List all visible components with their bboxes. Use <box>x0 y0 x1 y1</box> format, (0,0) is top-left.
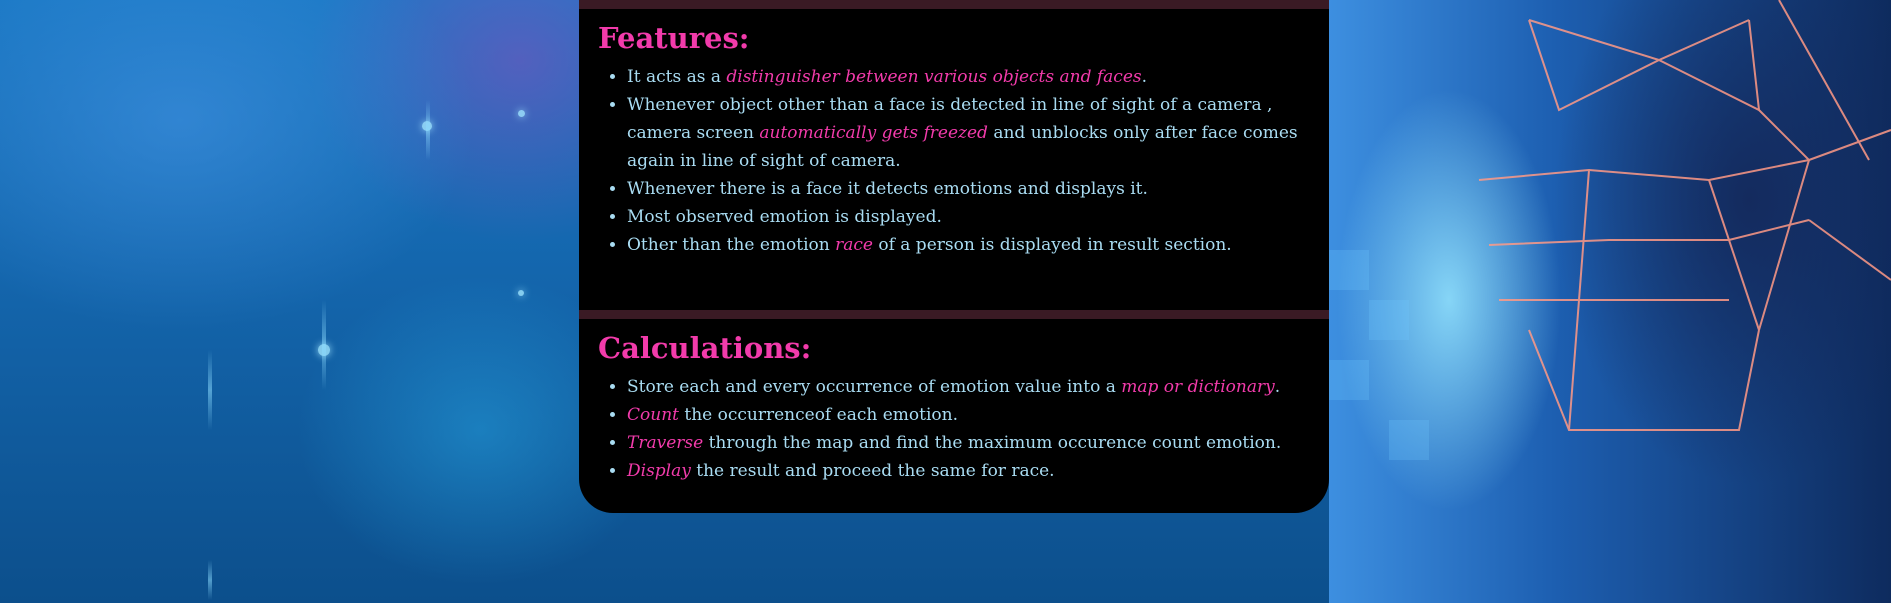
features-heading: Features: <box>598 21 750 55</box>
calculations-heading: Calculations: <box>598 331 812 365</box>
face-wireframe-lines <box>1329 0 1891 460</box>
light-streak <box>208 560 212 600</box>
calculations-list: Store each and every occurrence of emoti… <box>598 373 1329 485</box>
list-item: It acts as a distinguisher between vario… <box>627 63 1329 91</box>
content-panel: Features: It acts as a distinguisher bet… <box>579 0 1329 513</box>
list-item: Most observed emotion is displayed. <box>627 203 1329 231</box>
light-streak <box>322 300 326 390</box>
features-list: It acts as a distinguisher between vario… <box>598 63 1329 259</box>
light-streak <box>208 350 212 430</box>
calculations-section: Calculations: Store each and every occur… <box>579 319 1329 485</box>
particle <box>518 290 524 296</box>
list-item: Traverse through the map and find the ma… <box>627 429 1329 457</box>
features-section: Features: It acts as a distinguisher bet… <box>579 9 1329 310</box>
list-item: Whenever object other than a face is det… <box>627 91 1329 175</box>
list-item: Display the result and proceed the same … <box>627 457 1329 485</box>
particle <box>518 110 525 117</box>
list-item: Other than the emotion race of a person … <box>627 231 1329 259</box>
list-item: Count the occurrenceof each emotion. <box>627 401 1329 429</box>
section-divider <box>579 0 1329 9</box>
face-wireframe-image <box>1329 0 1891 603</box>
section-divider <box>579 310 1329 319</box>
list-item: Store each and every occurrence of emoti… <box>627 373 1329 401</box>
light-streak <box>426 100 430 160</box>
list-item: Whenever there is a face it detects emot… <box>627 175 1329 203</box>
